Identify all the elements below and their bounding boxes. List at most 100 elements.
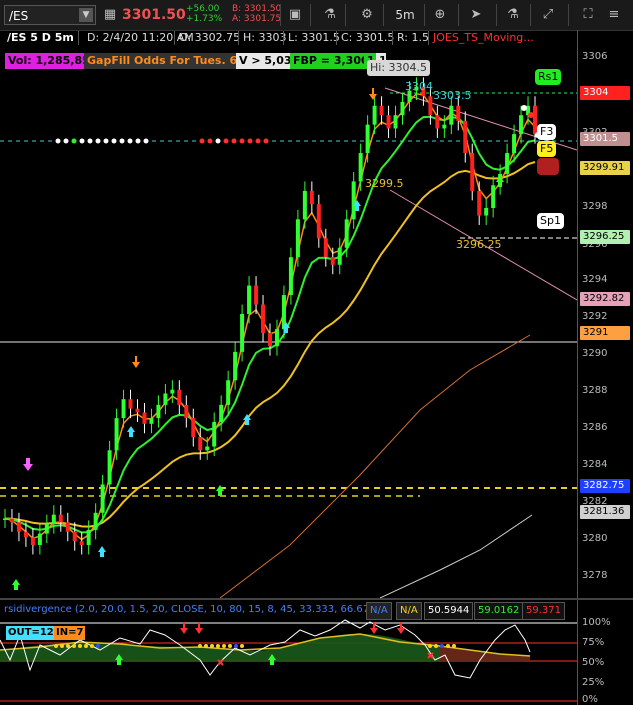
crosshair-icon[interactable]: ⊕ <box>430 5 450 25</box>
candle-body <box>302 190 307 220</box>
candle-body <box>156 404 161 419</box>
candle-body <box>37 533 42 545</box>
y-tick: 3290 <box>582 348 608 359</box>
mid-price-label: 3299.5 <box>365 177 404 190</box>
candle-body <box>149 418 154 424</box>
ask-price: A: 3301.75 <box>232 14 282 24</box>
rsi-tick: 0% <box>582 694 598 705</box>
rsi-value-1: 50.5944 <box>424 602 474 620</box>
candle-body <box>365 124 370 154</box>
candle-body <box>30 537 35 545</box>
candle-body <box>505 153 510 174</box>
rsi-axis[interactable]: 100% 75% 50% 25% 0% <box>577 600 633 705</box>
divider <box>238 31 239 45</box>
candle-body <box>372 105 377 125</box>
candle-body <box>170 389 175 394</box>
y-tick: 3298 <box>582 201 608 212</box>
red-marker <box>537 158 559 175</box>
candle-body <box>79 541 84 545</box>
ema-fast-line <box>4 92 536 541</box>
candle-body <box>491 185 496 208</box>
bid-price: B: 3301.50 <box>232 4 282 14</box>
candle-body <box>65 522 70 532</box>
marker-dot <box>521 105 527 111</box>
divider <box>283 31 284 45</box>
candle-body <box>9 518 14 523</box>
divider <box>280 4 281 26</box>
candle-body <box>233 351 238 381</box>
candle-body <box>463 120 468 154</box>
candle-body <box>393 115 398 129</box>
candle-body <box>44 524 49 534</box>
in-badge: IN=7 <box>54 626 86 640</box>
divider <box>530 4 531 26</box>
cursor-icon[interactable]: ➤ <box>466 5 486 25</box>
candle-body <box>484 207 489 216</box>
price-badge: 3301.5 <box>580 132 630 146</box>
menu-icon[interactable]: ≡ <box>604 5 624 25</box>
candle-body <box>288 257 293 296</box>
price-badge: 3291 <box>580 326 630 340</box>
low-price-label: 3296.25 <box>456 238 502 251</box>
flask-icon[interactable]: ⚗ <box>320 5 340 25</box>
candle-body <box>435 115 440 129</box>
y-tick: 3286 <box>582 422 608 433</box>
rsi-tick: 25% <box>582 677 605 688</box>
change-block: +56.00 +1.73% <box>186 4 222 24</box>
price-badge: 3299.91 <box>580 161 630 175</box>
high2-price-label: 3303.5 <box>433 89 472 102</box>
candle-body <box>177 389 182 405</box>
candle-body <box>3 518 7 520</box>
timeframe-button[interactable]: 5m <box>390 5 420 25</box>
change-abs: +56.00 <box>186 4 220 14</box>
info-study: JOES_TS_Moving... <box>433 31 534 44</box>
flask-icon[interactable]: ⚗ <box>503 5 523 25</box>
candle-body <box>337 247 342 265</box>
rsi-title: rsidivergence (2.0, 20.0, 1.5, 20, CLOSE… <box>4 604 374 615</box>
candle-body <box>128 399 133 409</box>
gear-icon[interactable]: ⚙ <box>357 5 377 25</box>
price-chart[interactable] <box>0 30 577 598</box>
chart-icon[interactable]: ▦ <box>100 5 120 25</box>
info-close: C: 3301.5 <box>341 31 395 44</box>
candle-body <box>456 105 461 121</box>
candle-body <box>191 418 196 438</box>
f3-label: F3 <box>537 124 557 140</box>
candle-body <box>51 514 56 525</box>
divider <box>392 31 393 45</box>
candle-body <box>72 531 77 542</box>
candle-body <box>344 219 349 248</box>
candle-body <box>100 484 105 513</box>
divider <box>345 4 346 26</box>
candle-body <box>261 304 266 333</box>
price-axis[interactable]: 3306 3304 3302 3300 3298 3296 3294 3292 … <box>577 30 633 598</box>
maximize-icon[interactable]: ⛶ <box>578 5 598 25</box>
rsi-tick: 75% <box>582 637 605 648</box>
divider <box>424 4 425 26</box>
y-tick: 3278 <box>582 570 608 581</box>
rsi-tick: 50% <box>582 657 605 668</box>
y-tick: 3284 <box>582 459 608 470</box>
long-ma-orange <box>219 334 531 598</box>
divider <box>78 31 79 45</box>
change-pct: +1.73% <box>186 14 223 24</box>
marker-dot <box>528 112 534 118</box>
candle-body <box>16 522 21 532</box>
sp1-label: Sp1 <box>537 213 564 229</box>
out-badge: OUT=12 <box>6 626 56 640</box>
chevron-down-icon[interactable]: ▼ <box>79 8 93 22</box>
candle-body <box>323 238 328 258</box>
draw-icon[interactable]: ⤢ <box>538 5 558 25</box>
symbol-selector[interactable]: /ES ▼ <box>4 5 96 25</box>
info-title: /ES 5 D 5m <box>7 31 74 44</box>
signal-arrows <box>12 88 504 590</box>
candle-body <box>477 190 482 216</box>
candle-body <box>247 285 252 314</box>
candle-body <box>519 115 524 135</box>
candle-body <box>58 514 63 523</box>
toolbar: /ES ▼ ▦ 3301.50 +56.00 +1.73% B: 3301.50… <box>0 0 633 31</box>
last-price: 3301.50 <box>122 7 186 23</box>
candle-body <box>212 421 217 447</box>
y-tick: 3294 <box>582 274 608 285</box>
save-icon[interactable]: ▣ <box>285 5 305 25</box>
